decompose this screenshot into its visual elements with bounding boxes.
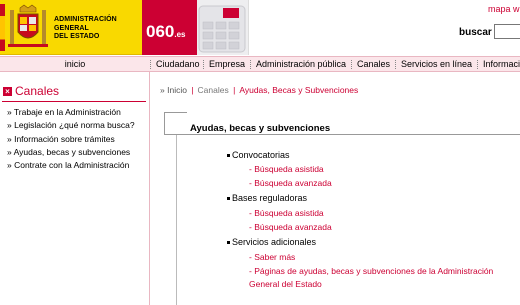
main-nav: inicio Ciudadano Empresa Administración … bbox=[0, 56, 520, 72]
nav-item-ciudadano[interactable]: Ciudadano bbox=[156, 57, 200, 71]
flag-icon bbox=[0, 4, 5, 51]
brand-main: 060 bbox=[146, 22, 175, 41]
section-label: Convocatorias bbox=[232, 150, 290, 160]
site-map-link[interactable]: mapa w bbox=[488, 4, 520, 14]
breadcrumb-prefix: » bbox=[160, 85, 165, 95]
nav-item-administracion-publica[interactable]: Administración pública bbox=[256, 57, 346, 71]
sidebar-divider bbox=[2, 101, 146, 102]
sidebar-item-contrate[interactable]: » Contrate con la Administración bbox=[7, 159, 149, 172]
bullet-icon bbox=[227, 197, 230, 201]
section-label: Servicios adicionales bbox=[232, 237, 317, 247]
search-label: buscar bbox=[459, 27, 492, 38]
site-header: ADMINISTRACIÓN GENERAL DEL ESTADO 060.es… bbox=[0, 0, 520, 55]
phone-keypad-image bbox=[197, 0, 249, 55]
section-servicios-adicionales: Servicios adicionales bbox=[227, 237, 316, 247]
section-bases-reguladoras: Bases reguladoras bbox=[227, 193, 307, 203]
sidebar-title: Canales bbox=[15, 84, 60, 98]
brand-suffix: .es bbox=[174, 30, 186, 39]
nav-separator bbox=[477, 60, 478, 69]
breadcrumb-current: Ayudas, Becas y Subvenciones bbox=[239, 85, 359, 95]
breadcrumb-separator: | bbox=[191, 85, 194, 95]
sidebar-item-trabaje[interactable]: » Trabaje en la Administración bbox=[7, 106, 149, 119]
logo-text: ADMINISTRACIÓN GENERAL DEL ESTADO bbox=[54, 16, 117, 40]
coat-of-arms-icon bbox=[8, 4, 48, 47]
link-bases-busqueda-asistida[interactable]: - Búsqueda asistida bbox=[249, 208, 324, 218]
link-convocatorias-busqueda-avanzada[interactable]: - Búsqueda avanzada bbox=[249, 178, 332, 188]
sidebar-list: » Trabaje en la Administración » Legisla… bbox=[7, 106, 149, 172]
sidebar-header: × Canales bbox=[2, 84, 148, 100]
breadcrumb: » Inicio | Canales | Ayudas, Becas y Subve… bbox=[160, 85, 358, 95]
title-divider bbox=[187, 134, 520, 135]
content-vertical-rule bbox=[176, 135, 177, 305]
breadcrumb-separator: | bbox=[233, 85, 236, 95]
nav-separator bbox=[203, 60, 204, 69]
breadcrumb-home[interactable]: Inicio bbox=[167, 85, 187, 95]
section-label: Bases reguladoras bbox=[232, 193, 308, 203]
nav-item-empresa[interactable]: Empresa bbox=[209, 57, 245, 71]
sidebar-item-ayudas[interactable]: » Ayudas, becas y subvenciones bbox=[7, 146, 149, 159]
nav-separator bbox=[250, 60, 251, 69]
nav-separator bbox=[351, 60, 352, 69]
brand-text: 060.es bbox=[146, 22, 186, 42]
nav-item-informacion[interactable]: Informaci bbox=[483, 57, 520, 71]
bullet-icon bbox=[227, 154, 230, 158]
sidebar: × Canales » Trabaje en la Administración… bbox=[0, 72, 150, 305]
bullet-icon bbox=[227, 241, 230, 245]
sidebar-item-informacion-tramites[interactable]: » Información sobre trámites bbox=[7, 133, 149, 146]
government-logo[interactable]: ADMINISTRACIÓN GENERAL DEL ESTADO bbox=[0, 0, 142, 55]
page-title: Ayudas, becas y subvenciones bbox=[190, 123, 331, 134]
keypad-icon bbox=[198, 5, 246, 53]
link-saber-mas[interactable]: - Saber más bbox=[249, 252, 295, 262]
nav-separator bbox=[150, 60, 151, 69]
nav-item-canales[interactable]: Canales bbox=[357, 57, 390, 71]
sidebar-item-legislacion[interactable]: » Legislación ¿qué norma busca? bbox=[7, 119, 149, 132]
link-paginas-ayudas[interactable]: - Páginas de ayudas, becas y subvencione… bbox=[249, 265, 520, 291]
nav-home[interactable]: inicio bbox=[0, 57, 150, 71]
close-icon[interactable]: × bbox=[3, 87, 12, 96]
nav-separator bbox=[395, 60, 396, 69]
search-input[interactable] bbox=[494, 24, 520, 39]
title-corner-decoration bbox=[164, 112, 187, 135]
link-bases-busqueda-avanzada[interactable]: - Búsqueda avanzada bbox=[249, 222, 332, 232]
nav-item-servicios-en-linea[interactable]: Servicios en línea bbox=[401, 57, 472, 71]
breadcrumb-section[interactable]: Canales bbox=[198, 85, 229, 95]
section-convocatorias: Convocatorias bbox=[227, 150, 290, 160]
link-convocatorias-busqueda-asistida[interactable]: - Búsqueda asistida bbox=[249, 164, 324, 174]
